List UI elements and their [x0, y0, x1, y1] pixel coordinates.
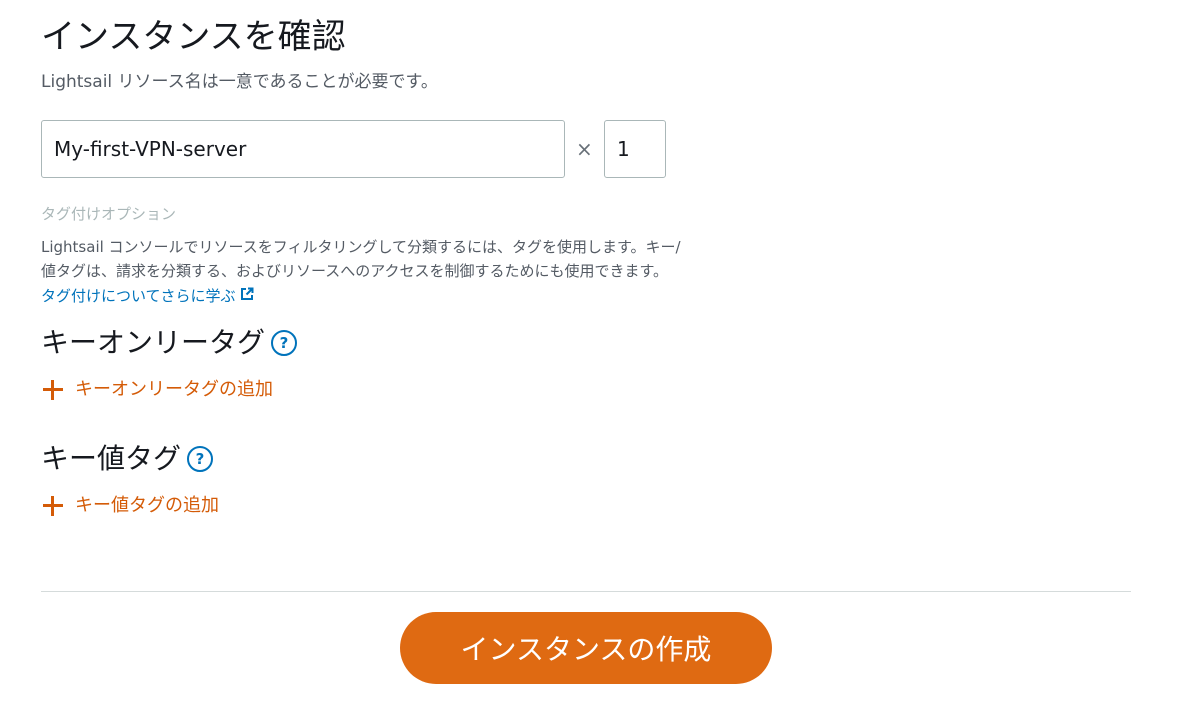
tagging-description-line1: Lightsail コンソールでリソースをフィルタリングして分類するには、タグを… [41, 238, 681, 256]
key-value-tags-heading: キー値タグ ? [41, 440, 214, 478]
add-key-only-tag-button[interactable]: キーオンリータグの追加 [41, 378, 273, 402]
add-key-only-tag-label: キーオンリータグの追加 [75, 379, 273, 400]
tagging-caption: タグ付けオプション [41, 205, 177, 223]
tagging-description-line2: 値タグは、請求を分類する、およびリソースへのアクセスを制御するためにも使用できま… [41, 262, 669, 280]
tagging-description: Lightsail コンソールでリソースをフィルタリングして分類するには、タグを… [41, 235, 801, 283]
instance-count-input[interactable] [604, 120, 666, 178]
page-subtitle: Lightsail リソース名は一意であることが必要です。 [41, 72, 438, 92]
review-instance-page: インスタンスを確認 Lightsail リソース名は一意であることが必要です。 … [0, 0, 1181, 715]
help-icon[interactable]: ? [271, 330, 298, 356]
key-only-tags-heading: キーオンリータグ ? [41, 324, 298, 362]
learn-more-tagging-link[interactable]: タグ付けについてさらに学ぶ [41, 285, 254, 307]
create-instance-button[interactable]: インスタンスの作成 [400, 612, 772, 684]
external-link-icon [240, 285, 254, 307]
add-key-value-tag-label: キー値タグの追加 [75, 495, 219, 516]
divider [41, 591, 1131, 592]
page-title: インスタンスを確認 [41, 17, 346, 57]
learn-more-label: タグ付けについてさらに学ぶ [41, 287, 236, 305]
times-symbol: × [576, 137, 593, 161]
key-only-tags-heading-label: キーオンリータグ [41, 326, 266, 359]
help-icon[interactable]: ? [187, 446, 214, 472]
instance-name-input[interactable] [41, 120, 565, 178]
plus-icon [41, 378, 65, 402]
key-value-tags-heading-label: キー値タグ [41, 442, 182, 475]
plus-icon [41, 494, 65, 518]
add-key-value-tag-button[interactable]: キー値タグの追加 [41, 494, 219, 518]
